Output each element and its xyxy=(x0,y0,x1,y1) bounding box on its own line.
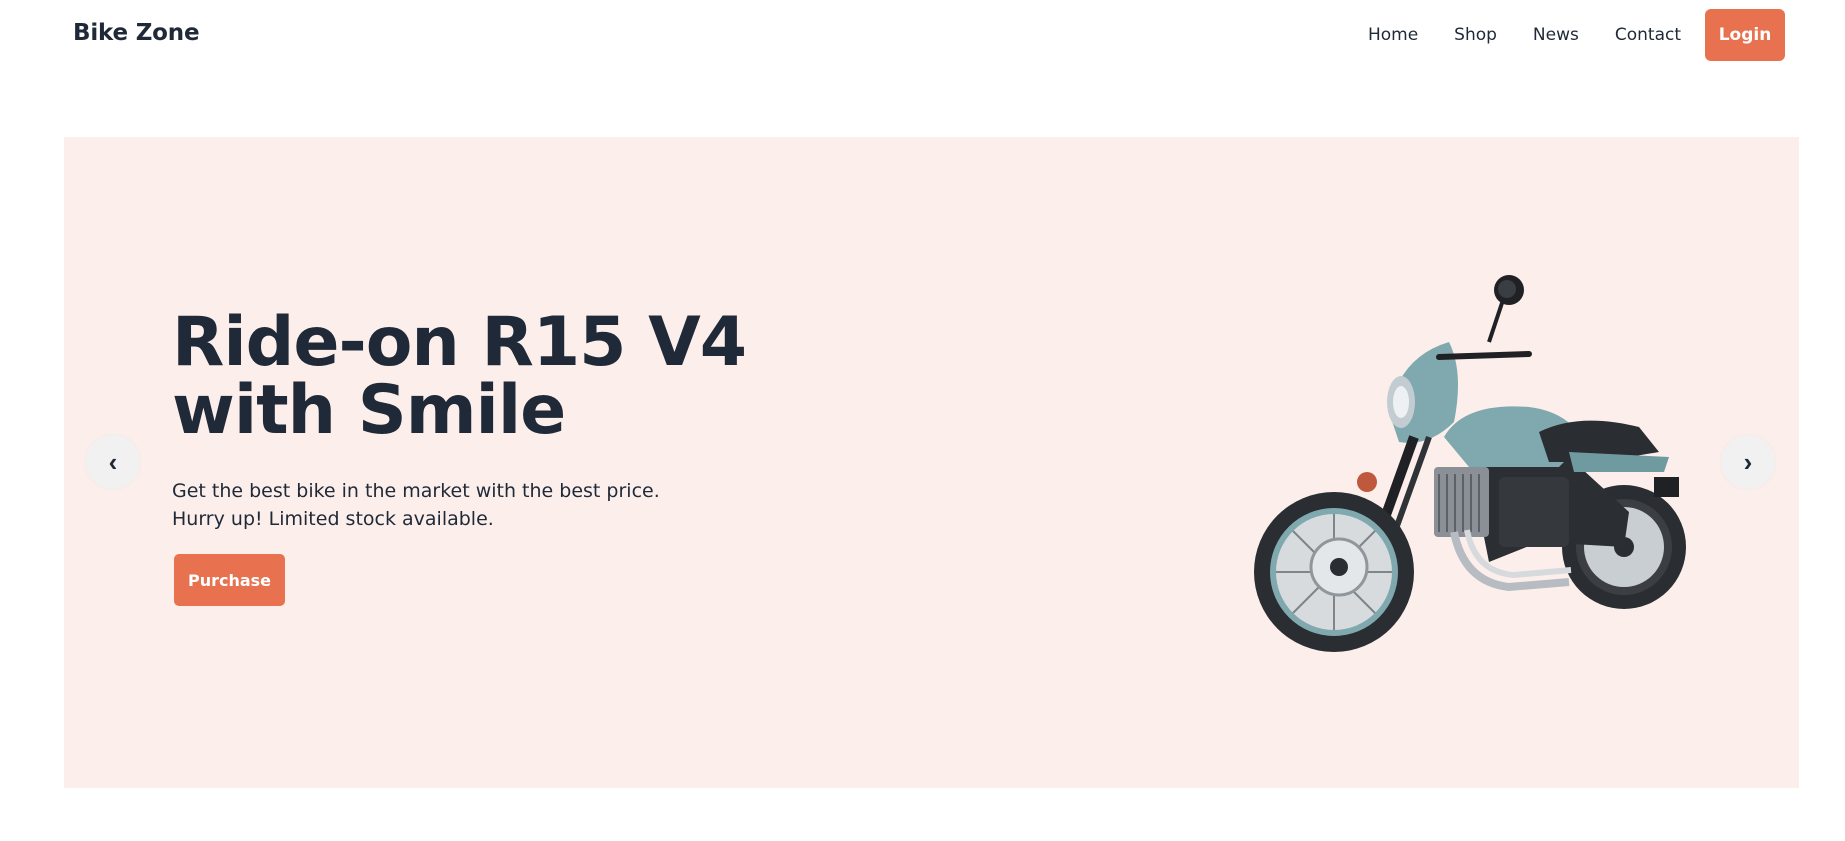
chevron-left-icon[interactable]: ‹ xyxy=(86,435,140,489)
motorcycle-image xyxy=(1254,275,1686,652)
nav-link-news[interactable]: News xyxy=(1533,25,1579,45)
brand-logo[interactable]: Bike Zone xyxy=(73,20,200,46)
nav-link-contact[interactable]: Contact xyxy=(1615,25,1681,45)
site-header: Bike Zone Home Shop News Contact Login xyxy=(0,0,1845,70)
main-nav: Home Shop News Contact Login xyxy=(1368,9,1785,61)
hero-subtitle: Get the best bike in the market with the… xyxy=(172,477,660,533)
hero-subtitle-line-1: Get the best bike in the market with the… xyxy=(172,480,660,502)
login-button[interactable]: Login xyxy=(1705,9,1785,61)
nav-link-home[interactable]: Home xyxy=(1368,25,1418,45)
hero-carousel: ‹ Ride-on R15 V4 with Smile Get the best… xyxy=(64,137,1799,788)
purchase-button[interactable]: Purchase xyxy=(174,554,285,606)
hero-subtitle-line-2: Hurry up! Limited stock available. xyxy=(172,508,494,530)
nav-link-shop[interactable]: Shop xyxy=(1454,25,1497,45)
hero-title: Ride-on R15 V4 with Smile xyxy=(172,303,747,450)
hero-title-line-1: Ride-on R15 V4 xyxy=(172,303,747,382)
chevron-right-icon[interactable]: › xyxy=(1721,435,1775,489)
hero-title-line-2: with Smile xyxy=(172,371,566,450)
